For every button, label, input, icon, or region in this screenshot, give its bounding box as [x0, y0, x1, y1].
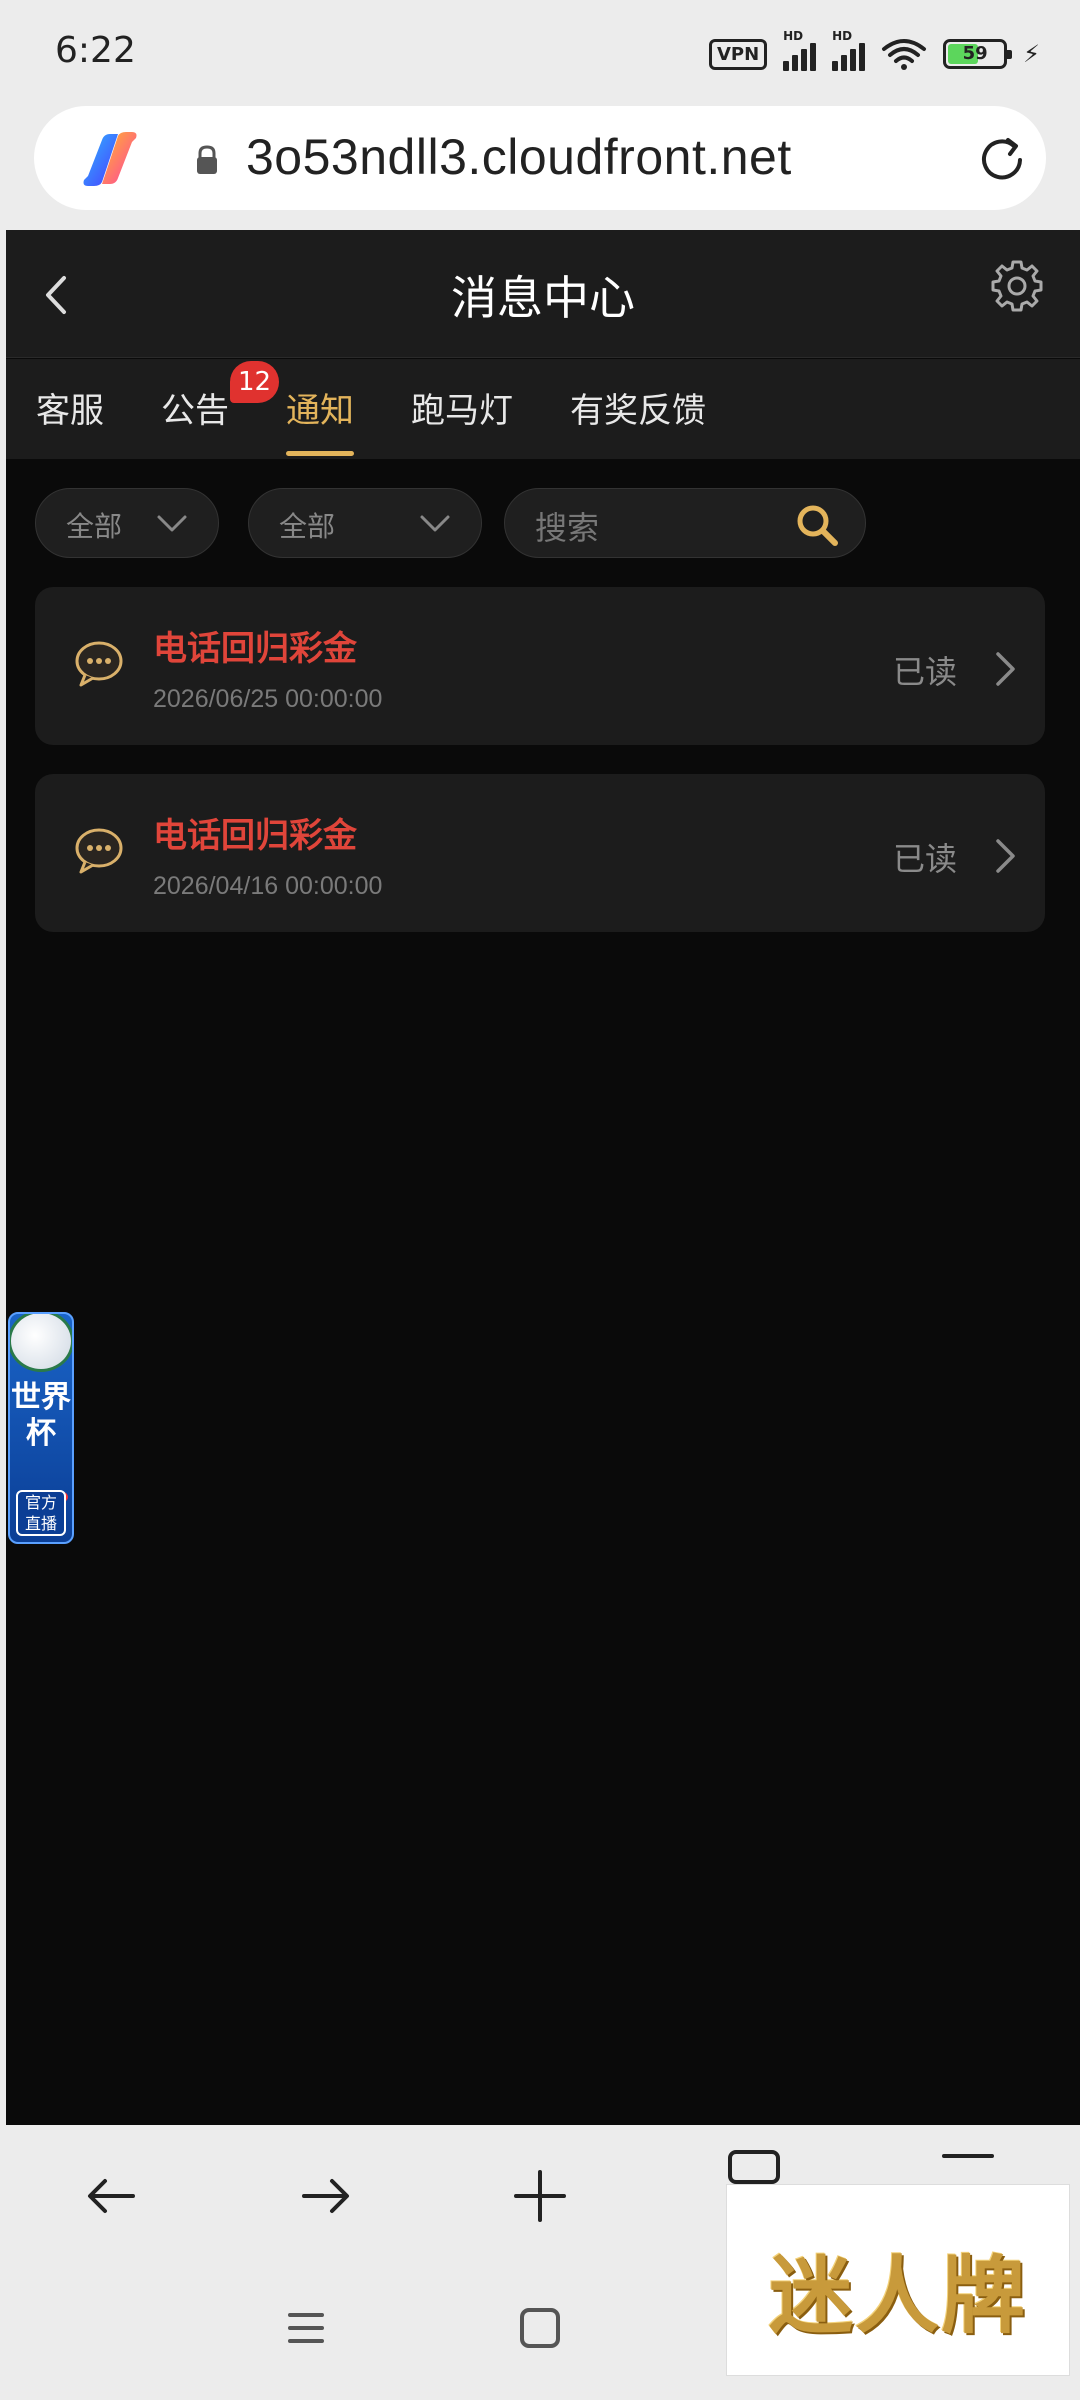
forward-icon[interactable] — [298, 2168, 354, 2224]
new-tab-icon[interactable] — [512, 2168, 568, 2224]
back-icon[interactable] — [83, 2168, 139, 2224]
charging-icon: ⚡ — [1023, 40, 1040, 68]
status-bar: 6:22 VPN HD HD 59 ⚡ — [0, 0, 1080, 100]
read-status: 已读 — [893, 840, 958, 878]
reload-icon[interactable] — [974, 132, 1030, 188]
status-icons: VPN HD HD 59 ⚡ — [708, 29, 1040, 78]
football-icon — [10, 1314, 72, 1372]
active-tab-indicator — [286, 451, 354, 456]
signal-icon-2: HD — [832, 29, 866, 71]
message-bubble-icon — [75, 641, 123, 687]
search-input[interactable]: 搜索 — [504, 488, 866, 558]
filter-1-value: 全部 — [66, 510, 123, 543]
home-icon[interactable] — [518, 2306, 562, 2350]
wifi-icon — [882, 39, 927, 70]
read-status: 已读 — [893, 653, 958, 691]
chevron-right-icon — [996, 839, 1015, 873]
browser-logo-icon — [83, 132, 137, 186]
message-date: 2026/04/16 00:00:00 — [153, 872, 383, 900]
tab-bar: 客服 公告 12 通知 跑马灯 有奖反馈 — [6, 359, 1080, 459]
world-cup-live-widget[interactable]: 世界杯 官方 直播 — [8, 1312, 74, 1544]
message-title: 电话回归彩金 — [153, 816, 357, 856]
filter-dropdown-1[interactable]: 全部 — [35, 488, 219, 558]
tab-marquee[interactable]: 跑马灯 — [411, 383, 513, 432]
tab-feedback[interactable]: 有奖反馈 — [570, 383, 706, 432]
message-title: 电话回归彩金 — [153, 629, 357, 669]
page-header: 消息中心 — [6, 230, 1080, 358]
chevron-right-icon — [996, 652, 1015, 686]
status-time: 6:22 — [55, 30, 136, 71]
chevron-down-icon — [420, 515, 450, 532]
official-live-badge: 官方 直播 — [16, 1490, 66, 1536]
message-item[interactable]: 电话回归彩金 2026/06/25 00:00:00 已读 — [35, 587, 1045, 745]
filter-dropdown-2[interactable]: 全部 — [248, 488, 482, 558]
brand-text: 迷人牌 — [768, 2246, 1027, 2345]
search-icon[interactable] — [795, 503, 839, 547]
page-title: 消息中心 — [451, 271, 635, 325]
brand-watermark: 迷人牌 — [726, 2184, 1070, 2376]
battery-icon: 59 — [943, 39, 1013, 69]
unread-badge: 12 — [230, 361, 280, 403]
url-text[interactable]: 3o53ndll3.cloudfront.net — [246, 128, 792, 186]
address-bar[interactable]: 3o53ndll3.cloudfront.net — [34, 106, 1046, 210]
message-date: 2026/06/25 00:00:00 — [153, 685, 383, 713]
message-center-page: 消息中心 客服 公告 12 通知 跑马灯 有奖反馈 全部 全部 搜索 电话回归彩… — [6, 230, 1080, 2125]
message-item[interactable]: 电话回归彩金 2026/04/16 00:00:00 已读 — [35, 774, 1045, 932]
tab-customer-service[interactable]: 客服 — [36, 383, 104, 432]
recents-icon[interactable] — [284, 2306, 328, 2350]
world-cup-label: 世界杯 — [11, 1380, 71, 1451]
tab-announcements[interactable]: 公告 — [161, 383, 229, 432]
message-bubble-icon — [75, 828, 123, 874]
chevron-down-icon — [157, 515, 187, 532]
filter-2-value: 全部 — [279, 510, 336, 543]
signal-icon: HD — [783, 29, 817, 71]
lock-icon — [197, 145, 217, 174]
tab-notifications[interactable]: 通知 — [286, 383, 354, 432]
vpn-icon: VPN — [708, 38, 768, 70]
gear-icon[interactable] — [989, 258, 1045, 314]
search-placeholder: 搜索 — [535, 509, 600, 547]
